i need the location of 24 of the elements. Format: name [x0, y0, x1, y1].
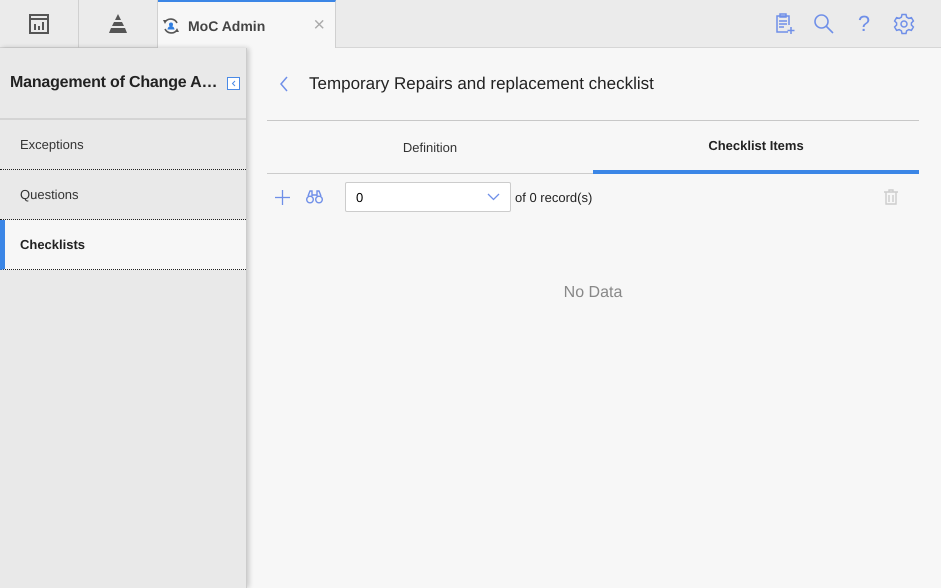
empty-message: No Data — [562, 284, 624, 302]
module-title: Management of Change A… — [10, 74, 218, 92]
clipboard-add-icon[interactable] — [775, 12, 795, 34]
binoculars-icon[interactable] — [306, 190, 323, 204]
tab-label[interactable]: MoC Admin — [188, 18, 306, 34]
sidebar-item[interactable]: Exceptions — [0, 120, 246, 170]
chevron-left-icon — [231, 80, 236, 86]
sync-user-icon — [162, 16, 180, 34]
back-icon[interactable] — [279, 76, 289, 92]
chart-window-icon — [28, 13, 50, 35]
sidebar-item[interactable]: Checklists — [0, 220, 246, 270]
tab[interactable]: Checklist Items — [593, 121, 919, 174]
page-dropdown[interactable]: 0 — [345, 182, 511, 212]
settings-icon[interactable] — [893, 12, 915, 34]
page-title: Temporary Repairs and replacement checklist — [309, 74, 654, 94]
add-icon[interactable] — [275, 190, 290, 204]
collapse-button[interactable] — [227, 76, 240, 90]
chevron-down-icon — [487, 193, 500, 201]
tab[interactable]: Definition — [267, 121, 593, 174]
trash-icon[interactable] — [884, 189, 898, 205]
pyramid-icon — [106, 13, 130, 35]
app-tab[interactable]: MoC Admin × — [158, 0, 336, 49]
record-count: of 0 record(s) — [515, 190, 592, 204]
search-icon[interactable] — [813, 12, 835, 34]
